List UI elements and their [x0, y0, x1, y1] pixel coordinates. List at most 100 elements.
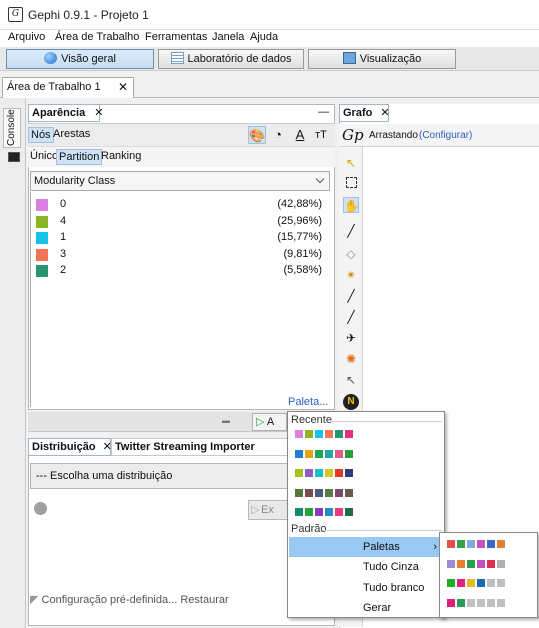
airplane-icon[interactable]: ✈ [343, 330, 359, 346]
appearance-tab[interactable]: Aparência ✕ [28, 104, 103, 122]
partition-row[interactable]: 2 (5,58%) [36, 263, 322, 279]
sparkle-icon[interactable]: ✴ [343, 267, 359, 283]
close-icon[interactable]: ✕ [118, 78, 128, 97]
sun-icon[interactable]: ✺ [343, 351, 359, 367]
graph-mode-label: Arrastando [369, 130, 418, 141]
brush-icon[interactable]: ╱ [343, 223, 359, 239]
apply-label: A [266, 416, 275, 428]
partition-color-swatch[interactable] [36, 248, 48, 261]
label-color-icon[interactable]: A [291, 126, 309, 144]
menu-item-palettes[interactable]: Paletas › [289, 537, 441, 557]
palette-swatch [476, 558, 486, 569]
diamond-icon[interactable]: ◇ [343, 246, 359, 262]
tab-edges[interactable]: Arestas [51, 127, 92, 143]
twitter-importer-title: Twitter Streaming Importer [115, 441, 255, 453]
close-icon[interactable]: ✕ [94, 107, 103, 119]
palette-icon[interactable]: 🎨 [248, 126, 266, 144]
palette-swatch [466, 597, 476, 608]
tab-partition[interactable]: Partition [56, 149, 103, 165]
partition-color-swatch[interactable] [36, 199, 48, 211]
tab-ranking[interactable]: Ranking [99, 149, 143, 165]
menu-item-all-gray[interactable]: Tudo Cinza [289, 557, 441, 577]
palette-swatch [476, 539, 486, 549]
preview-label: Visualização [359, 53, 422, 65]
graph-title: Grafo [343, 107, 373, 119]
palette-swatch [446, 558, 456, 569]
overview-button[interactable]: Visão geral [6, 49, 154, 69]
partition-color-swatch[interactable] [36, 265, 48, 277]
menu-ajuda[interactable]: Ajuda [250, 31, 278, 43]
apply-button[interactable]: ▷ A [252, 413, 287, 431]
drag-hand-icon[interactable]: ✋ [343, 197, 359, 213]
recent-palette-row[interactable] [294, 429, 354, 439]
palette-swatch [476, 597, 486, 608]
palette-swatch [344, 448, 354, 459]
menu-item-all-white[interactable]: Tudo branco [289, 578, 441, 598]
attribute-select[interactable]: Modularity Class [30, 171, 330, 191]
palette-swatch [446, 578, 456, 588]
neighbor-icon[interactable]: N [343, 394, 359, 410]
scroll-track [30, 192, 31, 407]
palette-swatch [294, 507, 304, 517]
partition-row[interactable]: 4 (25,96%) [36, 214, 322, 230]
recent-palette-row[interactable] [294, 468, 354, 478]
pencil-icon[interactable]: ╱ [343, 288, 359, 304]
palette-link[interactable]: Paleta... [288, 396, 328, 408]
tab-nodes[interactable]: Nós [28, 127, 54, 143]
menu-ferramentas[interactable]: Ferramentas [145, 31, 207, 43]
partition-row[interactable]: 1 (15,77%) [36, 230, 322, 246]
recent-palette-row[interactable] [294, 448, 354, 459]
size-ring-icon[interactable]: ◔ [269, 126, 287, 144]
minimize-icon[interactable]: — [318, 106, 329, 118]
partition-percent: (42,88%) [277, 198, 322, 210]
palette-swatch [334, 429, 344, 439]
data-laboratory-button[interactable]: Laboratório de dados [158, 49, 304, 69]
palette-option-row[interactable] [446, 558, 506, 569]
help-pointer-icon[interactable]: ↖ [343, 372, 359, 388]
document-tab-bar: Área de Trabalho 1 ✕ [0, 72, 539, 98]
menu-arquivo[interactable]: Arquivo [8, 31, 45, 43]
palette-swatch [304, 429, 314, 439]
palette-swatch [324, 487, 334, 498]
rectangle-select-icon[interactable] [343, 176, 359, 192]
close-icon[interactable]: ✕ [380, 107, 389, 119]
partition-row[interactable]: 0 (42,88%) [36, 197, 322, 213]
palette-option-row[interactable] [446, 578, 506, 588]
palette-swatch [456, 539, 466, 549]
palette-swatch [324, 429, 334, 439]
run-button[interactable]: ▷ Ex [248, 500, 288, 520]
monitor-icon [342, 52, 356, 64]
play-icon: ▷ [251, 504, 260, 516]
workspace-bar: Visão geral Laboratório de dados Visuali… [0, 47, 539, 71]
palette-swatch [496, 539, 506, 549]
palette-swatch [324, 448, 334, 459]
menu-janela[interactable]: Janela [212, 31, 244, 43]
partition-color-swatch[interactable] [36, 232, 48, 244]
preset-link[interactable]: Configuração pré-definida... [42, 594, 178, 606]
workspace-tab[interactable]: Área de Trabalho 1 ✕ [2, 77, 134, 98]
preview-button[interactable]: Visualização [308, 49, 456, 69]
label-size-icon[interactable]: ᴛT [312, 126, 330, 144]
pointer-icon[interactable]: ↖ [343, 155, 359, 171]
palette-option-row[interactable] [446, 539, 506, 549]
palette-option-row[interactable] [446, 597, 506, 608]
menu-area-de-trabalho[interactable]: Área de Trabalho [55, 31, 139, 43]
menu-item-generate[interactable]: Gerar [289, 598, 441, 618]
restore-link[interactable]: Restaurar [180, 594, 228, 606]
distribution-tab[interactable]: Distribuição ✕ [28, 438, 112, 456]
console-tab[interactable]: Console [3, 108, 21, 148]
palette-swatch [456, 578, 466, 588]
graph-header: Gp Arrastando (Configurar) [339, 124, 539, 147]
graph-tab[interactable]: Grafo ✕ [339, 104, 390, 122]
palette-swatch [304, 468, 314, 478]
partition-row[interactable]: 3 (9,81%) [36, 247, 322, 263]
resize-grip-icon[interactable]: ▬ [222, 416, 230, 425]
partition-color-swatch[interactable] [36, 215, 48, 228]
pen-icon[interactable]: ╱ [343, 309, 359, 325]
recent-palette-row[interactable] [294, 507, 354, 517]
recent-palette-row[interactable] [294, 487, 354, 498]
palette-swatch [466, 578, 476, 588]
configure-link[interactable]: (Configurar) [419, 130, 472, 141]
palette-swatch [486, 558, 496, 569]
terminal-icon[interactable] [8, 152, 20, 162]
